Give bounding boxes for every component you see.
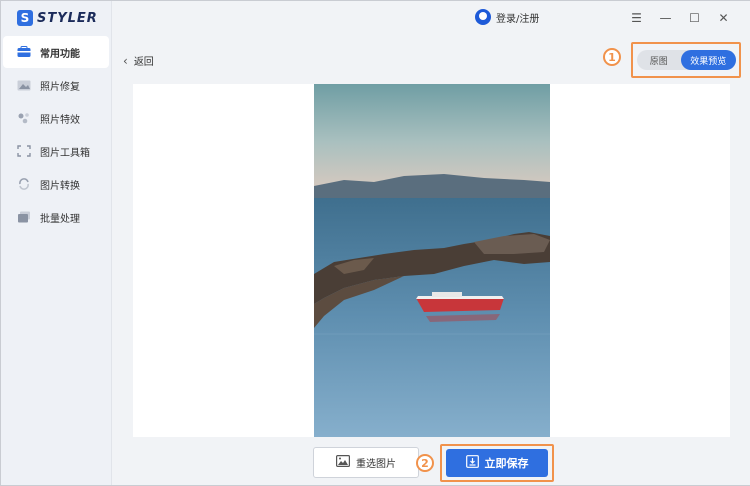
- login-register-link[interactable]: 登录/注册: [475, 9, 539, 25]
- image-icon: [336, 455, 351, 470]
- sidebar-item-image-toolbox[interactable]: 图片工具箱: [3, 135, 109, 167]
- sidebar-item-label: 照片特效: [40, 114, 80, 126]
- sidebar-item-label: 照片修复: [40, 81, 80, 93]
- main-content: ‹ 返回 1 原图 效果预览 重选图片 2 立即保存: [112, 35, 750, 485]
- sidebar-item-label: 常用功能: [40, 48, 80, 60]
- sidebar-nav: 常用功能 照片修复 照片特效 图片工具箱 图片转换 批量处理: [1, 35, 111, 234]
- sidebar-item-image-convert[interactable]: 图片转换: [3, 168, 109, 200]
- window-controls: ☰ — ☐ ✕: [622, 8, 738, 28]
- convert-icon: [17, 178, 31, 190]
- view-toggle: 原图 效果预览: [637, 50, 736, 70]
- download-icon: [465, 455, 479, 471]
- preview-photo: [314, 84, 550, 437]
- menu-button[interactable]: ☰: [622, 8, 651, 28]
- reselect-image-button[interactable]: 重选图片: [313, 447, 419, 478]
- logo-mark: S: [17, 10, 33, 26]
- user-avatar-icon: [475, 9, 491, 25]
- preview-canvas: [133, 84, 730, 437]
- login-label: 登录/注册: [496, 13, 540, 25]
- chevron-left-icon: ‹: [123, 53, 128, 68]
- app-name: STYLER: [37, 10, 98, 26]
- sidebar-item-label: 图片工具箱: [40, 147, 90, 159]
- batch-icon: [17, 211, 31, 223]
- annotation-badge-1: 1: [603, 48, 621, 66]
- title-bar: 登录/注册 ☰ — ☐ ✕: [112, 1, 750, 35]
- app-window: S STYLER 常用功能 照片修复 照片特效 图片工具箱 图片转换 批量处理 …: [0, 0, 750, 486]
- sidebar-item-batch-process[interactable]: 批量处理: [3, 201, 109, 233]
- maximize-button[interactable]: ☐: [680, 8, 709, 28]
- save-label: 立即保存: [484, 457, 529, 470]
- annotation-badge-2: 2: [416, 454, 434, 472]
- photo-repair-icon: [17, 79, 31, 91]
- action-bar: 重选图片 2 立即保存: [112, 443, 750, 485]
- sidebar-item-label: 图片转换: [40, 180, 80, 192]
- sidebar-item-label: 批量处理: [40, 213, 80, 225]
- toggle-effect-preview[interactable]: 效果预览: [680, 50, 736, 70]
- minimize-button[interactable]: —: [651, 8, 680, 28]
- reselect-label: 重选图片: [356, 459, 396, 470]
- sidebar-item-photo-effects[interactable]: 照片特效: [3, 102, 109, 134]
- sidebar-item-common-functions[interactable]: 常用功能: [3, 36, 109, 68]
- toolbox-icon: [17, 46, 31, 58]
- back-button[interactable]: ‹ 返回: [123, 53, 154, 69]
- save-button-highlight: 立即保存: [440, 444, 554, 482]
- back-label: 返回: [133, 57, 154, 68]
- sparkle-icon: [17, 112, 31, 124]
- sidebar: S STYLER 常用功能 照片修复 照片特效 图片工具箱 图片转换 批量处理: [1, 1, 112, 485]
- save-now-button[interactable]: 立即保存: [446, 449, 548, 477]
- view-toggle-highlight: 原图 效果预览: [631, 42, 741, 78]
- sidebar-item-photo-repair[interactable]: 照片修复: [3, 69, 109, 101]
- close-button[interactable]: ✕: [709, 8, 738, 28]
- toggle-original[interactable]: 原图: [637, 50, 681, 70]
- app-logo: S STYLER: [17, 9, 98, 27]
- crop-frame-icon: [17, 145, 31, 157]
